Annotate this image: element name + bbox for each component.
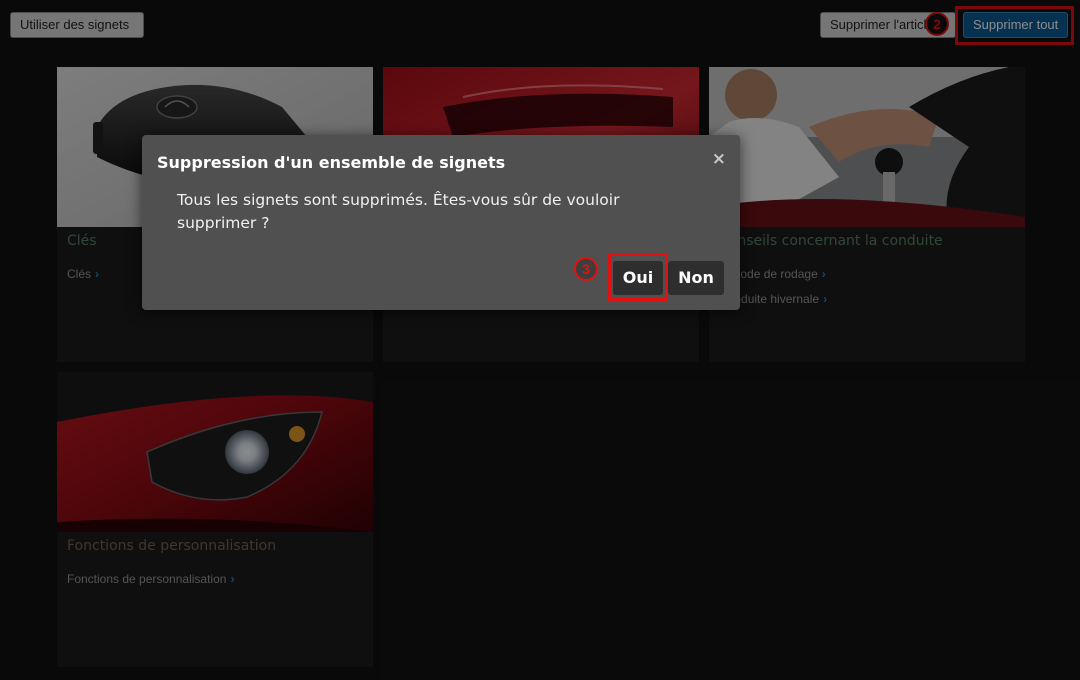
yes-button[interactable]: Oui xyxy=(613,261,663,295)
delete-all-bookmarks-dialog: Suppression d'un ensemble de signets × T… xyxy=(142,135,740,310)
close-icon[interactable]: × xyxy=(712,149,726,169)
modal-overlay xyxy=(0,0,1080,680)
dialog-message: Tous les signets sont supprimés. Êtes-vo… xyxy=(177,191,620,232)
no-button[interactable]: Non xyxy=(668,261,724,295)
dialog-title: Suppression d'un ensemble de signets xyxy=(157,153,506,172)
step-marker-3: 3 xyxy=(574,257,598,281)
